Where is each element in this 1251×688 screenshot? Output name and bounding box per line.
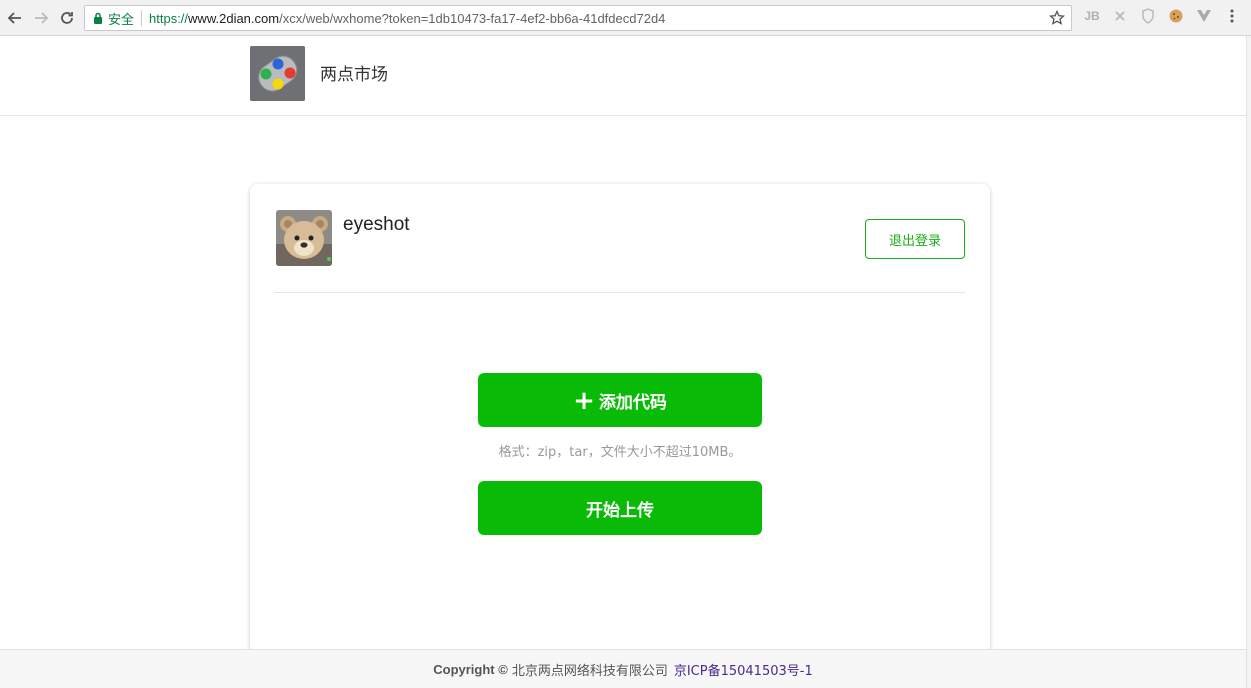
forward-arrow-icon <box>35 11 49 24</box>
vue-icon[interactable] <box>1195 7 1213 25</box>
upload-card: eyeshot 退出登录 + 添加代码 格式：zip，tar，文件大小不超过10… <box>250 184 990 654</box>
omnibox-separator <box>141 10 143 26</box>
copyright-text: Copyright © <box>433 661 508 677</box>
site-title[interactable]: 两点市场 <box>320 60 388 85</box>
back-button[interactable] <box>4 7 26 29</box>
site-logo[interactable] <box>250 46 305 101</box>
footer: Copyright © 北京两点网络科技有限公司 京ICP备15041503号-… <box>0 649 1246 688</box>
cookie-icon[interactable] <box>1167 7 1185 25</box>
add-code-button[interactable]: + 添加代码 <box>478 373 762 427</box>
url-scheme: https:// <box>149 10 189 26</box>
format-hint: 格式：zip，tar，文件大小不超过10MB。 <box>498 445 742 460</box>
url-host: www.2dian.com <box>188 10 280 26</box>
browser-menu-icon[interactable] <box>1223 7 1241 25</box>
address-bar[interactable]: 安全 https://www.2dian.com/xcx/web/wxhome?… <box>84 5 1072 31</box>
back-arrow-icon <box>7 11 21 24</box>
extension-area: JB <box>1083 7 1241 25</box>
jb-extension-icon[interactable]: JB <box>1083 7 1101 25</box>
avatar <box>276 210 332 266</box>
company-name: 北京两点网络科技有限公司 <box>511 663 668 679</box>
browser-toolbar: 安全 https://www.2dian.com/xcx/web/wxhome?… <box>0 0 1251 36</box>
url-text[interactable]: https://www.2dian.com/xcx/web/wxhome?tok… <box>149 11 665 26</box>
start-upload-button[interactable]: 开始上传 <box>478 481 762 535</box>
logout-button[interactable]: 退出登录 <box>865 219 965 259</box>
teddy-bear-avatar-image <box>276 210 332 266</box>
site-header: 两点市场 <box>0 36 1251 116</box>
forward-button[interactable] <box>30 7 52 29</box>
lock-icon <box>94 12 102 24</box>
ext-cross-icon[interactable] <box>1111 7 1129 25</box>
divider <box>274 292 965 293</box>
reload-button[interactable] <box>56 7 78 29</box>
page-scrollbar[interactable] <box>1246 36 1251 688</box>
add-code-label: 添加代码 <box>598 392 667 413</box>
url-path: /xcx/web/wxhome?token=1db10473-fa17-4ef2… <box>279 10 666 26</box>
icp-link[interactable]: 京ICP备15041503号-1 <box>674 660 813 679</box>
plus-icon: + <box>573 386 595 416</box>
reload-icon <box>61 11 73 24</box>
shield-icon[interactable] <box>1139 7 1157 25</box>
bookmark-star-icon[interactable] <box>1049 10 1065 26</box>
secure-label: 安全 <box>108 11 135 27</box>
username: eyeshot <box>343 214 410 235</box>
